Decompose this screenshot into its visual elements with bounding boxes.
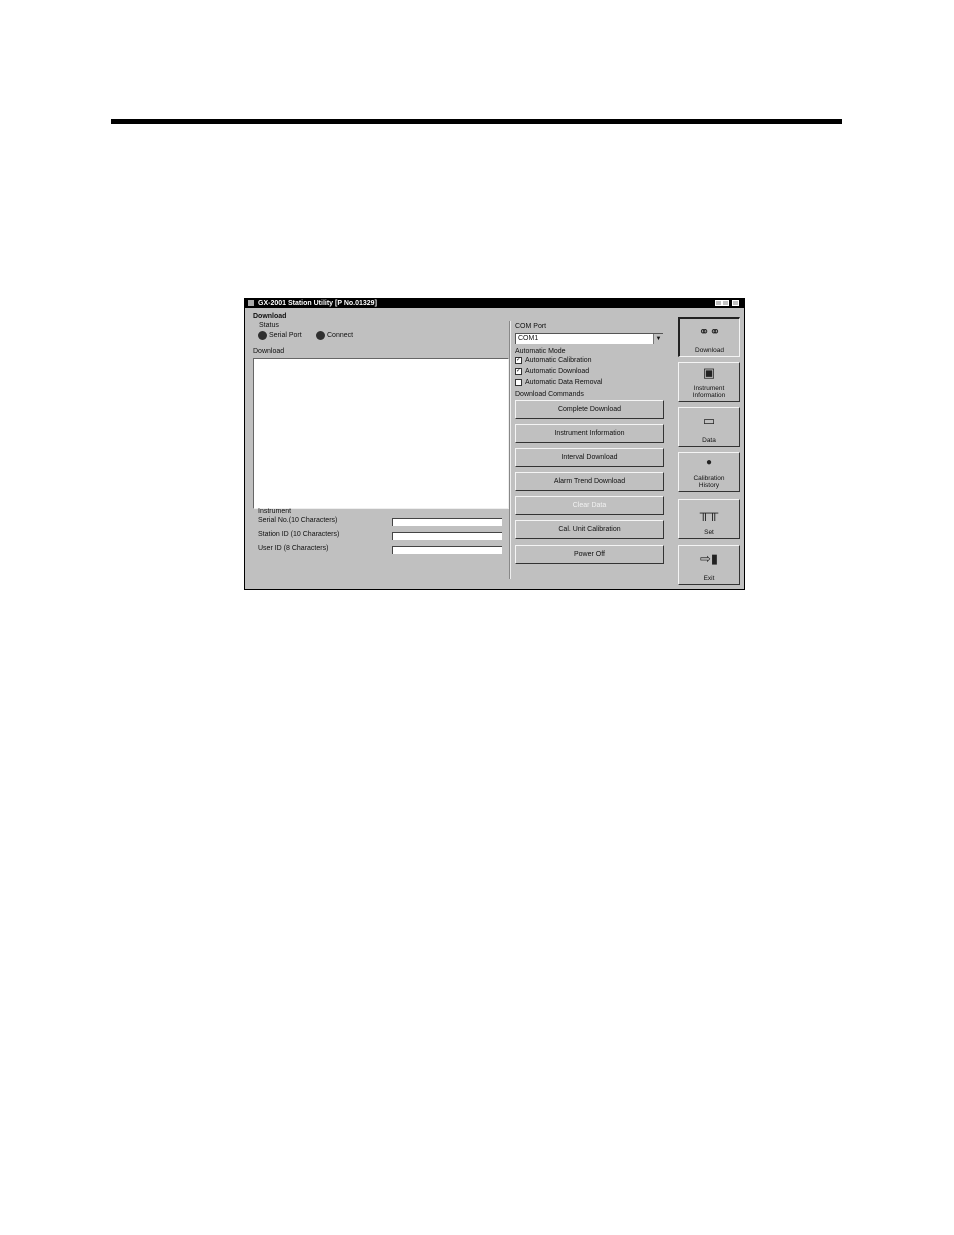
station-utility-window: GX-2001 Station Utility [P No.01329] Dow… [244, 298, 745, 590]
sidebar-calibration-history-button[interactable]: ● Calibration History [678, 452, 740, 492]
station-id-label: Station ID (10 Characters) [258, 531, 340, 538]
automatic-mode-label: Automatic Mode [515, 348, 566, 355]
interval-download-button[interactable]: Interval Download [515, 448, 664, 467]
instrument-section-label: Instrument [258, 508, 292, 515]
set-icon: ╥╥ [699, 505, 719, 520]
automatic-data-removal-label: Automatic Data Removal [525, 379, 603, 386]
sidebar-set-label: Set [704, 529, 714, 536]
exit-icon: ⇨▮ [699, 551, 719, 566]
user-id-field[interactable] [392, 546, 502, 554]
sidebar-instrument-information-label: Instrument Information [692, 385, 726, 399]
automatic-calibration-checkbox[interactable]: ✓ [515, 357, 522, 364]
com-port-select[interactable]: COM1 ▼ [515, 333, 663, 344]
panel-heading: Download [253, 313, 287, 320]
automatic-data-removal-checkbox[interactable] [515, 379, 522, 386]
calibration-icon: ● [705, 457, 713, 468]
title-bar: GX-2001 Station Utility [P No.01329] [245, 299, 744, 308]
serial-port-indicator [258, 331, 267, 340]
alarm-trend-download-button[interactable]: Alarm Trend Download [515, 472, 664, 491]
app-icon [248, 300, 254, 306]
com-port-value: COM1 [518, 335, 539, 342]
folder-icon: ▭ [702, 413, 716, 428]
sidebar-set-button[interactable]: ╥╥ Set [678, 499, 740, 539]
sidebar-exit-label: Exit [703, 575, 715, 582]
sidebar-instrument-information-button[interactable]: ▣ Instrument Information [678, 362, 740, 402]
sidebar-data-button[interactable]: ▭ Data [678, 407, 740, 447]
station-id-field[interactable] [392, 532, 502, 540]
com-port-label: COM Port [515, 323, 547, 330]
sidebar-calibration-history-label: Calibration History [693, 475, 725, 489]
user-id-label: User ID (8 Characters) [258, 545, 329, 552]
power-off-button[interactable]: Power Off [515, 545, 664, 564]
serial-no-field[interactable] [392, 518, 502, 526]
instrument-information-button[interactable]: Instrument Information [515, 424, 664, 443]
connect-label: Connect [327, 332, 354, 339]
status-label: Status [259, 322, 279, 329]
minimize-icon[interactable] [715, 300, 722, 306]
window-title: GX-2001 Station Utility [P No.01329] [258, 300, 377, 307]
download-icon: ⚭⚭ [698, 324, 721, 339]
panel-divider [509, 321, 510, 579]
connect-indicator [316, 331, 325, 340]
download-commands-label: Download Commands [515, 391, 584, 398]
download-log-listbox[interactable] [253, 358, 509, 509]
serial-no-label: Serial No.(10 Characters) [258, 517, 338, 524]
maximize-icon[interactable] [722, 300, 729, 306]
sidebar-exit-button[interactable]: ⇨▮ Exit [678, 545, 740, 585]
sidebar-download-label: Download [695, 347, 724, 354]
complete-download-button[interactable]: Complete Download [515, 400, 664, 419]
download-list-label: Download [253, 348, 285, 355]
sidebar-download-button[interactable]: ⚭⚭ Download [678, 317, 740, 357]
automatic-calibration-label: Automatic Calibration [525, 357, 592, 364]
instrument-icon: ▣ [702, 365, 716, 380]
cal-unit-calibration-button[interactable]: Cal. Unit Calibration [515, 520, 664, 539]
serial-port-label: Serial Port [269, 332, 302, 339]
close-icon[interactable] [732, 300, 739, 306]
sidebar-data-label: Data [702, 437, 716, 444]
automatic-download-checkbox[interactable]: ✓ [515, 368, 522, 375]
automatic-download-label: Automatic Download [525, 368, 590, 375]
clear-data-button[interactable]: Clear Data [515, 496, 664, 515]
top-horizontal-rule [111, 119, 842, 124]
chevron-down-icon[interactable]: ▼ [653, 334, 663, 344]
